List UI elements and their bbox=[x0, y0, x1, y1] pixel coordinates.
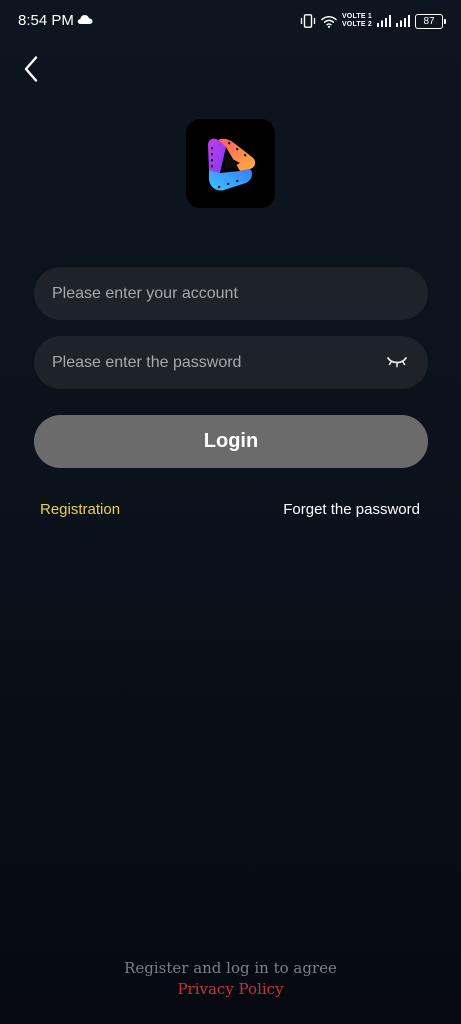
signal-icon bbox=[396, 15, 410, 27]
footer: Register and log in to agree Privacy Pol… bbox=[0, 958, 461, 1000]
volte-2-label: VOLTE 2 bbox=[341, 21, 372, 28]
wifi-icon bbox=[321, 15, 337, 28]
eye-closed-icon[interactable] bbox=[386, 353, 408, 371]
status-time: 8:54 PM bbox=[18, 12, 74, 29]
agree-text: Register and log in to agree bbox=[124, 959, 337, 977]
registration-link[interactable]: Registration bbox=[40, 501, 120, 518]
cloud-icon bbox=[77, 15, 93, 24]
status-bar: 8:54 PM VOLTE 1 VOLTE 2 87 bbox=[0, 0, 461, 42]
back-button[interactable] bbox=[14, 52, 48, 86]
signal-icon bbox=[377, 15, 391, 27]
back-arrow-icon bbox=[24, 56, 38, 82]
account-field[interactable] bbox=[34, 267, 428, 320]
account-input[interactable] bbox=[52, 267, 382, 320]
privacy-policy-link[interactable]: Privacy Policy bbox=[177, 979, 283, 1000]
volte-1-label: VOLTE 1 bbox=[341, 13, 372, 20]
password-field[interactable] bbox=[34, 336, 428, 389]
app-logo bbox=[186, 119, 275, 208]
password-input[interactable] bbox=[52, 336, 382, 389]
battery-indicator: 87 bbox=[415, 13, 446, 29]
app-logo-icon bbox=[207, 138, 255, 190]
login-button[interactable]: Login bbox=[34, 415, 428, 468]
vibrate-icon bbox=[300, 14, 316, 28]
login-screen: 8:54 PM VOLTE 1 VOLTE 2 87 Please enter … bbox=[0, 0, 461, 1024]
volte-indicator: VOLTE 1 VOLTE 2 bbox=[342, 13, 372, 29]
forget-password-link[interactable]: Forget the password bbox=[283, 501, 420, 518]
status-icons: VOLTE 1 VOLTE 2 87 bbox=[300, 11, 446, 31]
